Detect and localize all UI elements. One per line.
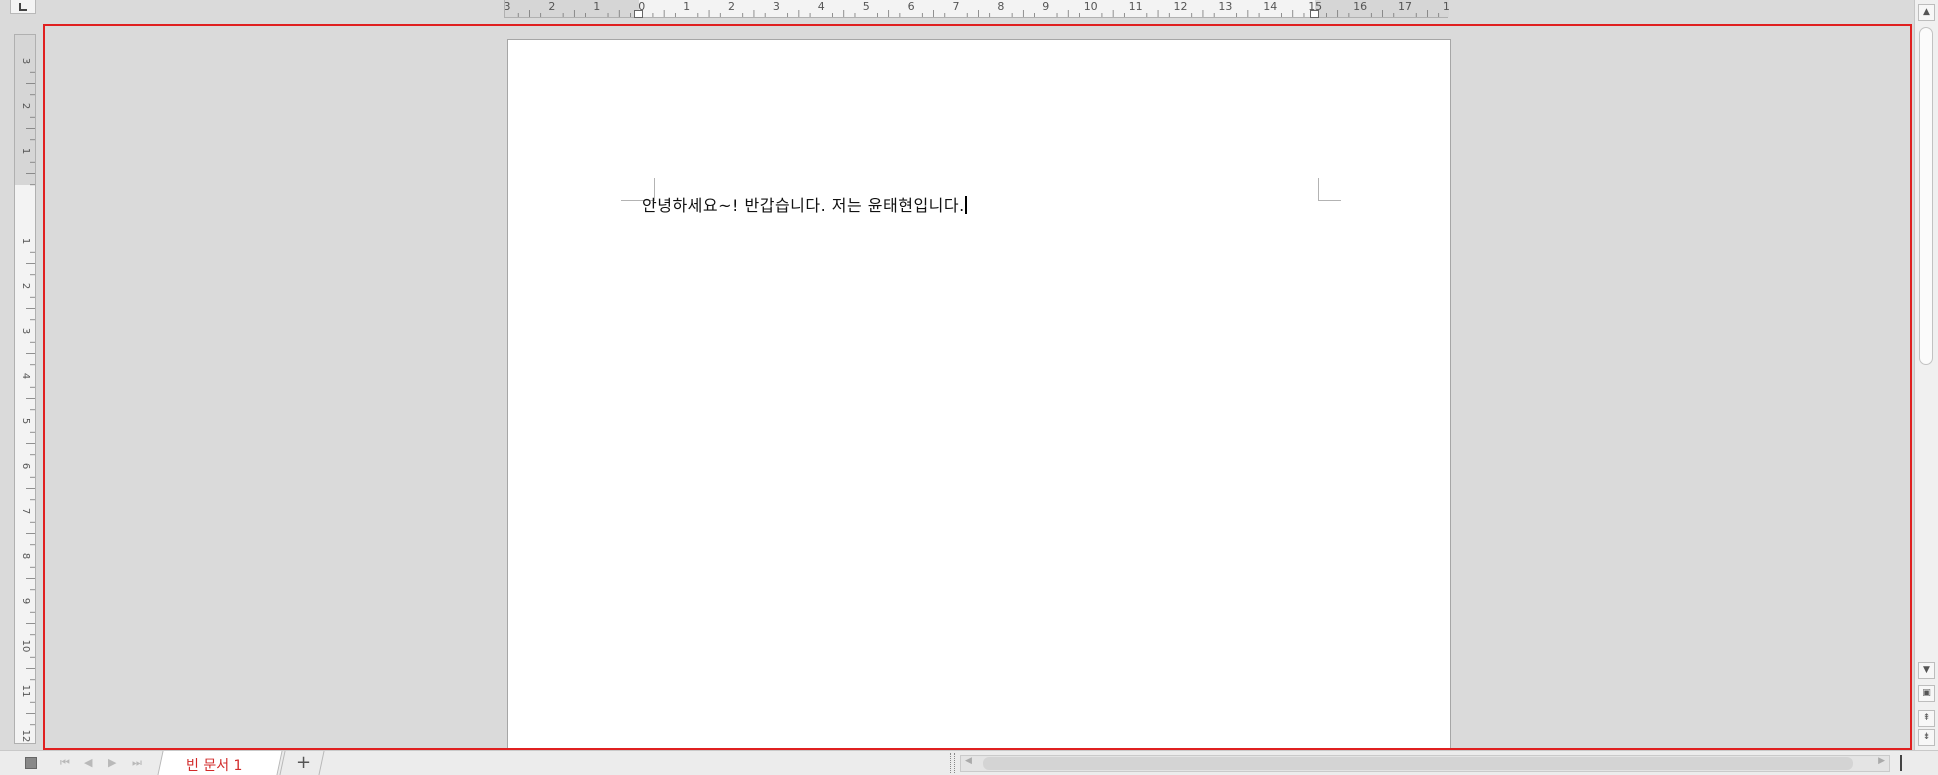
ruler-label: 1 xyxy=(683,0,690,13)
vertical-ruler[interactable]: 3 2 1 1 2 3 4 5 6 7 8 9 10 11 12 xyxy=(14,34,36,744)
document-canvas[interactable]: 안녕하세요~! 반갑습니다. 저는 윤태현입니다. xyxy=(43,24,1912,750)
ruler-label: 16 xyxy=(1353,0,1367,13)
up-arrow-icon: ▲ xyxy=(1923,7,1930,17)
ruler-label: 2 xyxy=(20,283,31,289)
scroll-grip[interactable] xyxy=(1900,755,1902,771)
ruler-label: 11 xyxy=(20,685,31,698)
right-indent-marker[interactable] xyxy=(1310,10,1319,18)
ruler-label: 17 xyxy=(1398,0,1412,13)
ruler-label: 3 xyxy=(20,58,31,64)
ruler-label: 5 xyxy=(20,418,31,424)
ruler-label: 11 xyxy=(1129,0,1143,13)
horizontal-ruler-ticks: 3210123456789101112131415161718 xyxy=(505,0,1449,17)
paragraph-text[interactable]: 안녕하세요~! 반갑습니다. 저는 윤태현입니다. xyxy=(642,196,965,215)
ruler-label: 12 xyxy=(1174,0,1188,13)
document-page[interactable]: 안녕하세요~! 반갑습니다. 저는 윤태현입니다. xyxy=(507,39,1451,748)
page-up-icon: ⇞ xyxy=(1922,713,1931,723)
ruler-label: 13 xyxy=(1218,0,1232,13)
ruler-label: 18 xyxy=(1443,0,1449,13)
bottom-bar: ⏮ ◀ ▶ ⏭ 빈 문서 1 + ◀ ▶ xyxy=(0,750,1938,775)
scroll-left-icon[interactable]: ◀ xyxy=(965,756,972,766)
ruler-label: 2 xyxy=(20,103,31,109)
ruler-label: 2 xyxy=(728,0,735,13)
scroll-right-icon[interactable]: ▶ xyxy=(1878,756,1885,766)
left-tab-icon xyxy=(19,3,27,11)
vertical-scroll-thumb[interactable] xyxy=(1919,27,1933,365)
split-handle[interactable] xyxy=(950,753,955,773)
ruler-label: 4 xyxy=(818,0,825,13)
horizontal-ruler[interactable]: 3210123456789101112131415161718 xyxy=(504,0,1449,18)
ruler-label: 4 xyxy=(20,373,31,379)
tab-document-1-label[interactable]: 빈 문서 1 xyxy=(186,755,242,775)
ruler-label: 14 xyxy=(1263,0,1277,13)
crop-mark-extension xyxy=(621,200,633,201)
vertical-scrollbar[interactable]: ▲ ▼ ▣ ⇞ ⇟ xyxy=(1914,0,1938,750)
ruler-label: 7 xyxy=(953,0,960,13)
ruler-label: 9 xyxy=(1042,0,1049,13)
ruler-label: 1 xyxy=(593,0,600,13)
horizontal-scroll-thumb[interactable] xyxy=(983,757,1853,770)
browse-object-icon: ▣ xyxy=(1922,688,1931,698)
first-tab-icon[interactable]: ⏮ xyxy=(60,756,70,770)
horizontal-scrollbar[interactable]: ◀ ▶ xyxy=(960,755,1890,772)
ruler-label: 12 xyxy=(20,730,31,743)
ruler-label: 1 xyxy=(20,238,31,244)
down-arrow-icon: ▼ xyxy=(1923,665,1930,675)
vertical-ruler-ticks: 321123456789101112 xyxy=(20,58,35,743)
ruler-label: 5 xyxy=(863,0,870,13)
ruler-label: 8 xyxy=(997,0,1004,13)
ruler-label: 10 xyxy=(1084,0,1098,13)
ruler-label: 9 xyxy=(20,598,31,604)
ruler-label: 10 xyxy=(20,640,31,653)
top-right-crop-mark xyxy=(1318,178,1341,201)
next-page-button[interactable]: ⇟ xyxy=(1918,729,1935,746)
ruler-label: 1 xyxy=(20,148,31,154)
previous-page-button[interactable]: ⇞ xyxy=(1918,710,1935,727)
ruler-label: 6 xyxy=(20,463,31,469)
ruler-label: 3 xyxy=(773,0,780,13)
ruler-label: 2 xyxy=(548,0,555,13)
ruler-label: 7 xyxy=(20,508,31,514)
previous-tab-icon[interactable]: ◀ xyxy=(84,756,92,769)
ruler-label: 3 xyxy=(20,328,31,334)
ruler-label: 3 xyxy=(505,0,511,13)
left-indent-marker[interactable] xyxy=(634,10,643,18)
document-body-text[interactable]: 안녕하세요~! 반갑습니다. 저는 윤태현입니다. xyxy=(642,192,967,216)
page-down-icon: ⇟ xyxy=(1922,732,1931,742)
ruler-label: 6 xyxy=(908,0,915,13)
scroll-down-button[interactable]: ▼ xyxy=(1918,662,1935,679)
select-browse-object-button[interactable]: ▣ xyxy=(1918,685,1935,702)
ruler-label: 8 xyxy=(20,553,31,559)
text-caret xyxy=(964,196,967,214)
plus-icon[interactable]: + xyxy=(296,752,311,773)
view-mode-icon[interactable] xyxy=(25,757,37,769)
scroll-up-button[interactable]: ▲ xyxy=(1918,4,1935,21)
next-tab-icon[interactable]: ▶ xyxy=(108,756,116,769)
tab-type-button[interactable] xyxy=(10,0,36,14)
last-tab-icon[interactable]: ⏭ xyxy=(132,756,142,770)
